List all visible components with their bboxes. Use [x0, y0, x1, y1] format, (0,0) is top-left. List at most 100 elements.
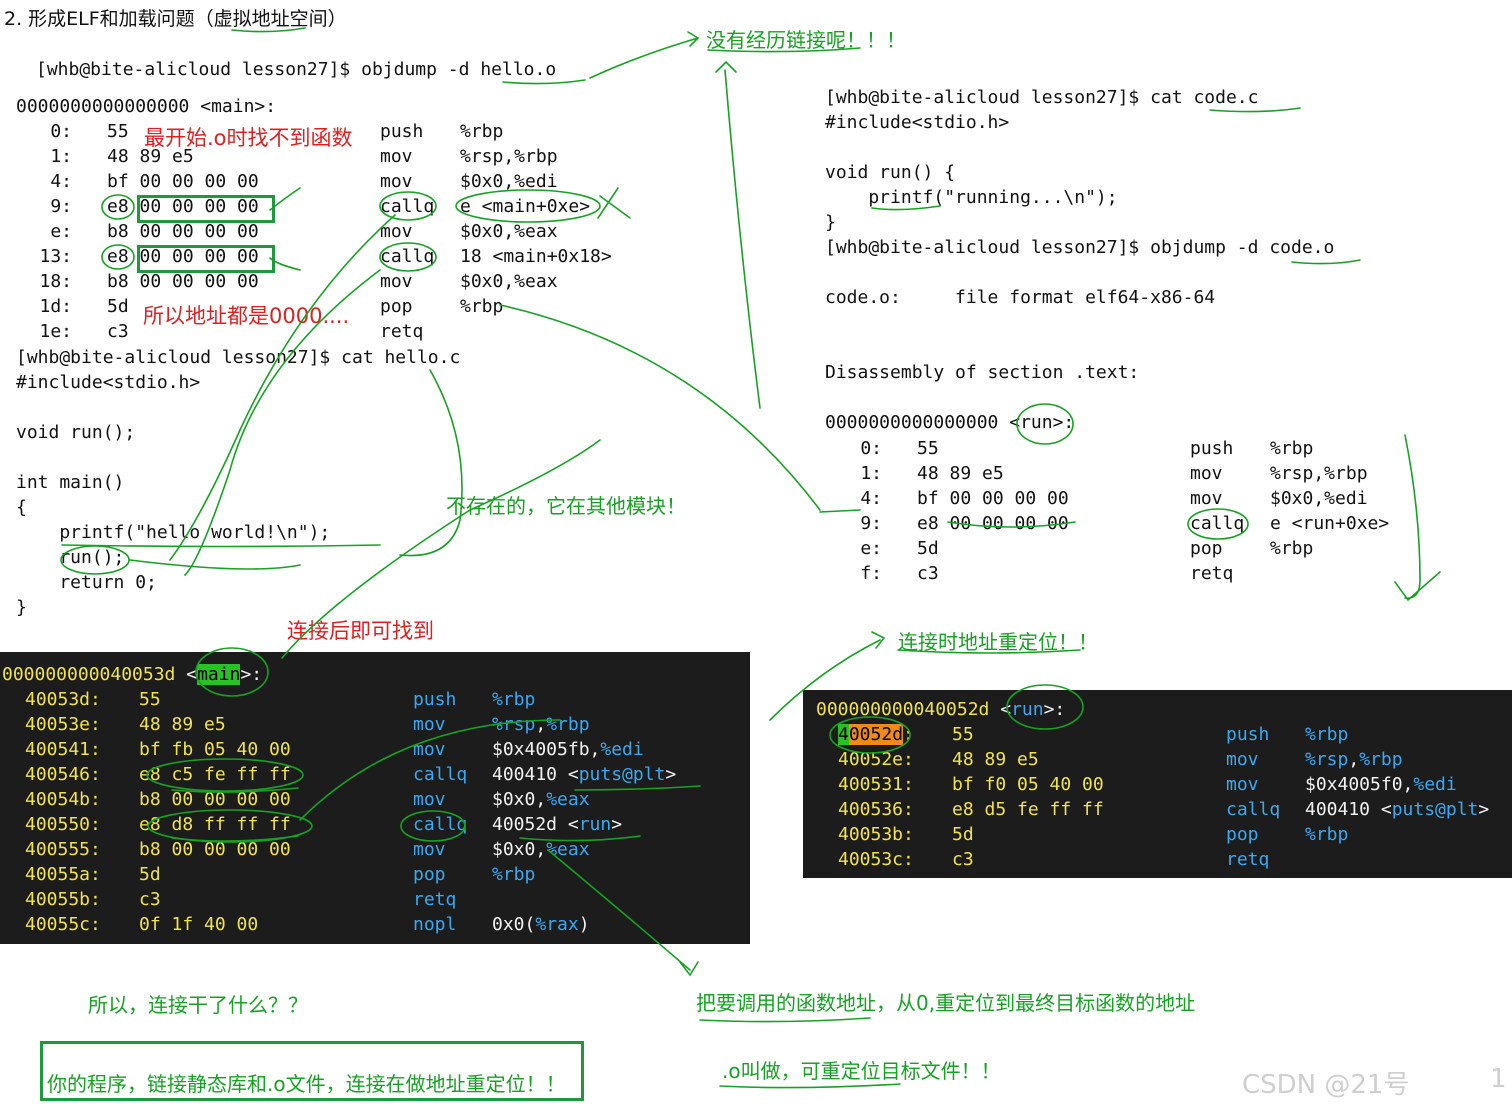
hello-source-line: int main() [16, 472, 125, 493]
asm-operand: %rsp,%rbp [492, 714, 590, 735]
asm-bytes: 48 89 e5 [139, 714, 226, 735]
asm-operand: $0x0,%eax [492, 839, 590, 860]
asm-address: 40053c: [838, 849, 914, 870]
note-cannot-find: 最开始.o时找不到函数 [144, 126, 353, 150]
asm-address: 40052d: [838, 724, 914, 745]
asm-opcode: push [1226, 724, 1270, 745]
asm-bytes: c3 [107, 321, 129, 342]
asm-operand: %rbp [1270, 538, 1314, 559]
asm-opcode: mov [1226, 749, 1259, 770]
asm-opcode: mov [380, 221, 413, 242]
asm-operand: e <run+0xe> [1270, 513, 1390, 534]
asm-address: 1: [50, 146, 72, 167]
asm-bytes: 55 [139, 689, 161, 710]
linked-main-terminal: 000000000040053d <main>: 40053d: 55 push %r… [0, 652, 750, 944]
note-relocatable: .o叫做，可重定位目标文件！！ [722, 1059, 1001, 1083]
asm-bytes: e8 d5 fe ff ff [952, 799, 1104, 820]
note-explain: 把要调用的函数地址，从0,重定位到最终目标函数的地址 [696, 991, 1196, 1015]
hello-source-line: printf("hello world!\n"); [16, 522, 331, 543]
asm-operand: $0x0,%edi [1270, 488, 1368, 509]
hello-source-line: } [16, 597, 27, 618]
asm-opcode: retq [413, 889, 457, 910]
code-source-line: printf("running...\n"); [825, 187, 1118, 208]
asm-address: 0: [860, 438, 882, 459]
main-symbol-highlight: main [197, 664, 241, 685]
note-address-zero: 所以地址都是0000.... [143, 304, 350, 328]
asm-bytes: bf fb 05 40 00 [139, 739, 291, 760]
asm-operand: %rbp [1305, 824, 1349, 845]
asm-address: 400541: [25, 739, 101, 760]
asm-opcode: pop [1190, 538, 1223, 559]
code-source-line: code.o: file format elf64-x86-64 [825, 287, 1216, 308]
asm-bytes: b8 00 00 00 00 [139, 839, 291, 860]
asm-opcode: mov [413, 789, 446, 810]
zero-bytes-box-2 [137, 245, 275, 273]
asm-operand: %rbp [1270, 438, 1314, 459]
asm-opcode: retq [1226, 849, 1270, 870]
asm-address: 400546: [25, 764, 101, 785]
asm-address: 40053e: [25, 714, 101, 735]
hello-source-line: #include<stdio.h> [16, 372, 201, 393]
asm-operand: 400410 <puts@plt> [1305, 799, 1490, 820]
asm-bytes: 0f 1f 40 00 [139, 914, 259, 935]
note-found-after-link: 连接后即可找到 [287, 619, 434, 643]
asm-bytes: 55 [107, 121, 129, 142]
asm-operand: 0x0(%rax) [492, 914, 590, 935]
page-title: 2. 形成ELF和加载问题（虚拟地址空间） [4, 8, 347, 30]
run-entry-address-highlight: 40052d [838, 724, 904, 745]
asm-address: 40055b: [25, 889, 101, 910]
asm-operand: $0x0,%eax [460, 271, 558, 292]
asm-address: 18: [39, 271, 72, 292]
asm-address: 400550: [25, 814, 101, 835]
asm-opcode: push [413, 689, 457, 710]
asm-address: 40055a: [25, 864, 101, 885]
code-source-line: void run() { [825, 162, 956, 183]
asm-opcode: mov [380, 146, 413, 167]
code-source-line: Disassembly of section .text: [825, 362, 1140, 383]
asm-opcode: mov [1190, 463, 1223, 484]
asm-address: 4: [860, 488, 882, 509]
asm-bytes: 55 [917, 438, 939, 459]
asm-operand: %rsp,%rbp [460, 146, 558, 167]
asm-bytes: b8 00 00 00 00 [139, 789, 291, 810]
asm-opcode: mov [1190, 488, 1223, 509]
note-not-linked: 没有经历链接呢！！！ [706, 28, 906, 52]
code-source-line: 0000000000000000 <run>: [825, 412, 1075, 433]
asm-bytes: 48 89 e5 [917, 463, 1004, 484]
code-source-line: #include<stdio.h> [825, 112, 1010, 133]
hello-source-line: [whb@bite-alicloud lesson27]$ cat hello.… [16, 347, 461, 368]
hello-source-line: { [16, 497, 27, 518]
asm-operand: 18 <main+0x18> [460, 246, 612, 267]
code-source-line: [whb@bite-alicloud lesson27]$ objdump -d… [825, 237, 1335, 258]
asm-address: 400531: [838, 774, 914, 795]
asm-bytes: c3 [917, 563, 939, 584]
asm-address: 0: [50, 121, 72, 142]
asm-operand: $0x4005fb,%edi [492, 739, 644, 760]
asm-address: 1d: [39, 296, 72, 317]
note-what-link: 所以，连接干了什么？？ [88, 993, 308, 1017]
asm-bytes: 5d [107, 296, 129, 317]
asm-address: 1e: [39, 321, 72, 342]
asm-opcode: callq [1226, 799, 1281, 820]
asm-address: 1: [860, 463, 882, 484]
asm-bytes: 48 89 e5 [952, 749, 1039, 770]
zero-bytes-box-1 [137, 195, 275, 223]
asm-opcode: pop [1226, 824, 1259, 845]
asm-opcode: mov [413, 739, 446, 760]
asm-operand: %rbp [460, 121, 504, 142]
asm-opcode: mov [413, 714, 446, 735]
summary-box: 你的程序，链接静态库和.o文件，连接在做地址重定位！！ [40, 1041, 584, 1101]
asm-operand: %rsp,%rbp [1270, 463, 1368, 484]
asm-opcode: retq [1190, 563, 1234, 584]
asm-address: 9: [860, 513, 882, 534]
asm-operand: %rbp [1305, 724, 1349, 745]
asm-opcode: callq [380, 196, 435, 217]
asm-address: 40055c: [25, 914, 101, 935]
asm-bytes: 5d [917, 538, 939, 559]
asm-address: f: [860, 563, 882, 584]
asm-opcode: push [1190, 438, 1234, 459]
linked-main-header: 000000000040053d <main>: [2, 664, 263, 685]
linked-run-header: 000000000040052d <run>: [816, 699, 1066, 720]
code-source-line: } [825, 212, 836, 233]
asm-address: 4: [50, 171, 72, 192]
